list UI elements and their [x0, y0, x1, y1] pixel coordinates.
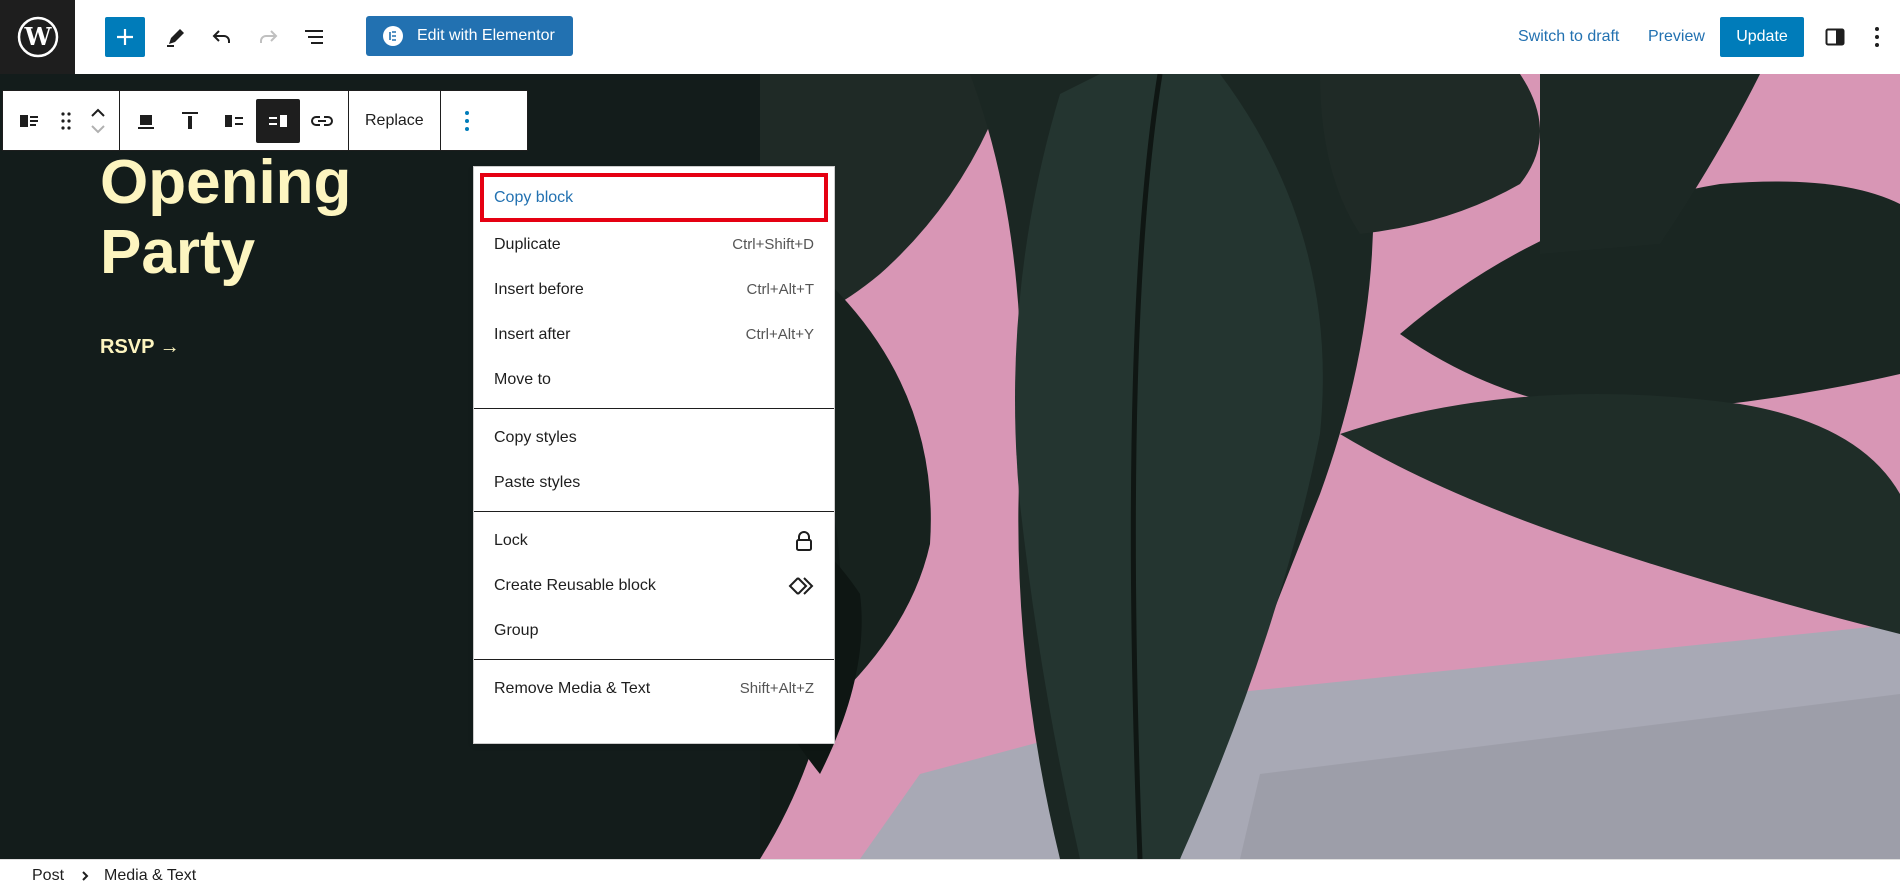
vertical-align-top-icon[interactable] [168, 99, 212, 143]
edit-with-elementor-button[interactable]: Edit with Elementor [366, 16, 573, 56]
elementor-icon [383, 26, 403, 46]
media-on-left-icon[interactable] [212, 99, 256, 143]
menu-item-label: Remove Media & Text [494, 679, 651, 697]
block-options-icon[interactable] [445, 99, 489, 143]
title-line-opening: Opening [100, 148, 352, 217]
block-toolbar: Replace [2, 90, 528, 151]
drag-handle-icon[interactable] [51, 99, 81, 143]
menu-item-insert-before[interactable]: Insert before Ctrl+Alt+T [474, 267, 834, 312]
undo-icon[interactable] [202, 17, 242, 57]
switch-to-draft-button[interactable]: Switch to draft [1518, 17, 1619, 57]
menu-item-group[interactable]: Group [474, 608, 834, 653]
menu-item-shortcut: Ctrl+Shift+D [732, 236, 814, 253]
menu-item-move-to[interactable]: Move to [474, 357, 834, 402]
menu-item-create-reusable-block[interactable]: Create Reusable block [474, 563, 834, 608]
menu-item-shortcut: Ctrl+Alt+T [746, 281, 814, 298]
menu-item-remove-media-text[interactable]: Remove Media & Text Shift+Alt+Z [474, 666, 834, 711]
replace-media-button[interactable]: Replace [349, 91, 440, 150]
menu-item-copy-styles[interactable]: Copy styles [474, 415, 834, 460]
menu-item-shortcut: Ctrl+Alt+Y [745, 326, 814, 343]
rsvp-link[interactable]: RSVP → [100, 336, 180, 359]
move-down-icon[interactable] [90, 124, 106, 134]
breadcrumb-media-text[interactable]: Media & Text [104, 867, 196, 885]
menu-item-copy-block[interactable]: Copy block [480, 173, 828, 222]
menu-item-lock[interactable]: Lock [474, 518, 834, 563]
preview-button[interactable]: Preview [1648, 17, 1705, 57]
menu-item-label: Lock [494, 531, 528, 549]
menu-item-shortcut: Shift+Alt+Z [739, 680, 814, 697]
menu-item-label: Copy styles [494, 428, 577, 446]
link-icon[interactable] [300, 99, 344, 143]
menu-item-paste-styles[interactable]: Paste styles [474, 460, 834, 505]
wordpress-logo-icon[interactable]: W [0, 0, 75, 74]
document-overview-icon[interactable] [294, 17, 334, 57]
align-full-icon[interactable] [124, 99, 168, 143]
plant-leaves-image [760, 74, 1900, 859]
svg-text:W: W [23, 22, 52, 51]
menu-item-label: Paste styles [494, 473, 581, 491]
block-options-menu: Copy block Duplicate Ctrl+Shift+D Insert… [473, 166, 835, 744]
add-block-button[interactable] [105, 17, 145, 57]
lock-icon [796, 530, 812, 551]
menu-section-tools: Lock Create Reusable block Group [474, 512, 834, 660]
menu-item-label: Duplicate [494, 235, 561, 253]
settings-sidebar-icon[interactable] [1815, 17, 1855, 57]
tools-pencil-icon[interactable] [156, 17, 196, 57]
media-on-right-icon[interactable] [256, 98, 300, 143]
media-text-image[interactable] [760, 74, 1900, 859]
menu-item-insert-after[interactable]: Insert after Ctrl+Alt+Y [474, 312, 834, 357]
menu-item-label: Copy block [494, 188, 574, 206]
menu-item-duplicate[interactable]: Duplicate Ctrl+Shift+D [474, 222, 834, 267]
move-up-icon[interactable] [90, 108, 106, 118]
menu-section-remove: Remove Media & Text Shift+Alt+Z [474, 660, 834, 717]
menu-section-styles: Copy styles Paste styles [474, 409, 834, 512]
breadcrumb: Post Media & Text [0, 859, 1900, 891]
move-up-down-arrows[interactable] [81, 99, 115, 143]
menu-item-label: Insert after [494, 325, 571, 343]
menu-item-label: Move to [494, 370, 551, 388]
menu-item-label: Insert before [494, 280, 584, 298]
menu-section-actions: Copy block Duplicate Ctrl+Shift+D Insert… [474, 167, 834, 409]
menu-item-label: Group [494, 621, 539, 639]
title-line-party: Party [100, 218, 256, 287]
menu-item-label: Create Reusable block [494, 576, 656, 594]
breadcrumb-post[interactable]: Post [32, 867, 64, 885]
reusable-block-icon [788, 576, 814, 595]
page-title[interactable]: Opening Party [100, 148, 500, 288]
chevron-right-icon [82, 870, 89, 881]
elementor-button-label: Edit with Elementor [417, 27, 555, 44]
editor-header: W Edit with Elementor Switch to draft Pr… [0, 0, 1900, 75]
redo-icon[interactable] [248, 17, 288, 57]
media-text-block-icon[interactable] [7, 99, 51, 143]
options-menu-icon[interactable] [1862, 17, 1892, 57]
update-button[interactable]: Update [1720, 17, 1804, 57]
